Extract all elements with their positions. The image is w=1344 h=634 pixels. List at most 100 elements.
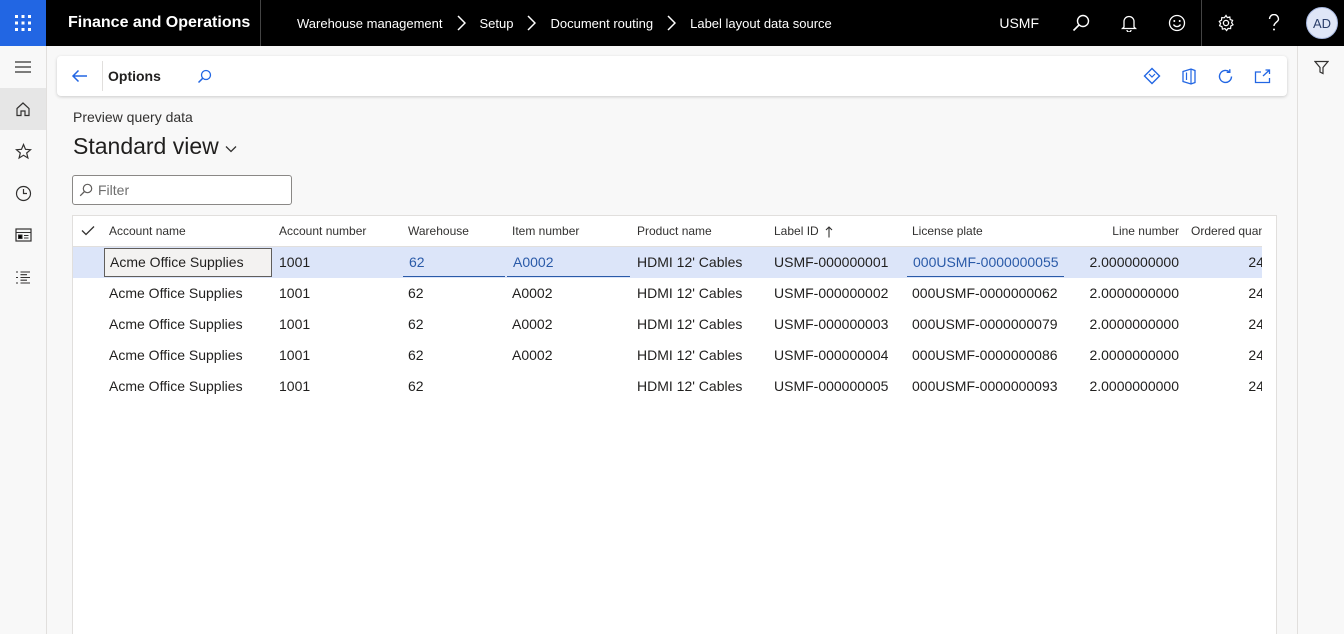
cell-license-plate[interactable]: 000USMF-0000000079: [912, 309, 1062, 340]
cell-item-number[interactable]: [512, 371, 627, 402]
nav-home-button[interactable]: [0, 88, 46, 130]
cell-account-number[interactable]: 1001: [279, 278, 399, 309]
view-selector[interactable]: Standard view: [73, 133, 237, 160]
search-icon: [197, 69, 212, 83]
cell-label-id[interactable]: USMF-000000005: [774, 371, 904, 402]
cell-warehouse[interactable]: 62: [403, 248, 505, 277]
column-header-item-number[interactable]: Item number: [512, 216, 627, 247]
cell-account-number[interactable]: 1001: [279, 309, 399, 340]
cell-ordered-quantity[interactable]: 24: [1191, 340, 1264, 371]
notifications-button[interactable]: [1105, 0, 1153, 46]
app-launcher-button[interactable]: [0, 0, 46, 46]
power-apps-button[interactable]: [1133, 56, 1170, 96]
table-row[interactable]: Acme Office Supplies 1001 62 A0002 HDMI …: [73, 340, 1264, 371]
cell-product-name[interactable]: HDMI 12' Cables: [637, 371, 767, 402]
workspace-icon: [14, 228, 32, 242]
nav-favorites-button[interactable]: [0, 130, 46, 172]
breadcrumb-label-layout-data-source[interactable]: Label layout data source: [690, 16, 832, 31]
filter-field[interactable]: [72, 175, 292, 205]
column-header-warehouse[interactable]: Warehouse: [408, 216, 503, 247]
column-header-ordered-quantity[interactable]: Ordered quantity: [1191, 216, 1264, 247]
cell-label-id[interactable]: USMF-000000002: [774, 278, 904, 309]
feedback-button[interactable]: [1153, 0, 1201, 46]
back-button[interactable]: [57, 61, 103, 91]
select-all-checkbox[interactable]: [81, 225, 95, 236]
search-icon: [1072, 14, 1090, 32]
feedback-icon: [1168, 14, 1186, 32]
action-search-button[interactable]: [197, 69, 212, 84]
cell-item-number[interactable]: A0002: [512, 340, 627, 371]
settings-button[interactable]: [1202, 0, 1250, 46]
cell-ordered-quantity[interactable]: 24: [1191, 278, 1264, 309]
cell-line-number[interactable]: 2.0000000000: [1063, 371, 1179, 402]
cell-ordered-quantity[interactable]: 24: [1191, 247, 1264, 278]
filter-pane-button[interactable]: [1298, 46, 1344, 88]
company-picker[interactable]: USMF: [999, 15, 1039, 31]
column-header-product-name[interactable]: Product name: [637, 216, 763, 247]
search-button[interactable]: [1057, 0, 1105, 46]
cell-account-number[interactable]: 1001: [279, 340, 399, 371]
app-launcher-icon: [15, 15, 31, 31]
cell-line-number[interactable]: 2.0000000000: [1063, 247, 1179, 278]
refresh-button[interactable]: [1207, 56, 1244, 96]
cell-account-name[interactable]: Acme Office Supplies: [104, 248, 272, 277]
back-arrow-icon: [71, 69, 87, 83]
cell-license-plate[interactable]: 000USMF-0000000093: [912, 371, 1062, 402]
column-header-account-name[interactable]: Account name: [109, 216, 269, 247]
app-title[interactable]: Finance and Operations: [46, 0, 261, 46]
nav-workspaces-button[interactable]: [0, 214, 46, 256]
cell-warehouse[interactable]: 62: [408, 309, 503, 340]
action-pane: Options: [57, 56, 1287, 96]
list-icon: [16, 270, 30, 284]
cell-license-plate[interactable]: 000USMF-0000000086: [912, 340, 1062, 371]
help-icon: [1268, 14, 1280, 31]
office-button[interactable]: [1170, 56, 1207, 96]
cell-product-name[interactable]: HDMI 12' Cables: [637, 309, 767, 340]
breadcrumb-setup[interactable]: Setup: [480, 16, 514, 31]
cell-label-id[interactable]: USMF-000000003: [774, 309, 904, 340]
column-header-account-number[interactable]: Account number: [279, 216, 399, 247]
cell-warehouse[interactable]: 62: [408, 340, 503, 371]
filter-input[interactable]: [98, 182, 278, 198]
cell-item-number[interactable]: A0002: [512, 278, 627, 309]
cell-ordered-quantity[interactable]: 24: [1191, 309, 1264, 340]
cell-ordered-quantity[interactable]: 24: [1191, 371, 1264, 402]
cell-account-number[interactable]: 1001: [279, 247, 399, 278]
column-header-label-id-text: Label ID: [774, 224, 819, 238]
cell-license-plate[interactable]: 000USMF-0000000055: [907, 248, 1064, 277]
cell-label-id[interactable]: USMF-000000004: [774, 340, 904, 371]
cell-line-number[interactable]: 2.0000000000: [1063, 278, 1179, 309]
cell-account-name[interactable]: Acme Office Supplies: [109, 371, 274, 402]
column-header-line-number[interactable]: Line number: [1063, 216, 1179, 247]
table-row[interactable]: Acme Office Supplies 1001 62 HDMI 12' Ca…: [73, 371, 1264, 402]
nav-expand-button[interactable]: [0, 46, 46, 88]
column-header-label-id[interactable]: Label ID: [774, 216, 902, 247]
cell-label-id[interactable]: USMF-000000001: [774, 247, 904, 278]
nav-modules-button[interactable]: [0, 256, 46, 298]
breadcrumb-document-routing[interactable]: Document routing: [550, 16, 653, 31]
cell-product-name[interactable]: HDMI 12' Cables: [637, 278, 767, 309]
table-row[interactable]: Acme Office Supplies 1001 62 A0002 HDMI …: [73, 278, 1264, 309]
nav-recent-button[interactable]: [0, 172, 46, 214]
table-row[interactable]: Acme Office Supplies 1001 62 A0002 HDMI …: [73, 247, 1264, 278]
table-row[interactable]: Acme Office Supplies 1001 62 A0002 HDMI …: [73, 309, 1264, 340]
open-in-new-window-button[interactable]: [1244, 56, 1281, 96]
cell-product-name[interactable]: HDMI 12' Cables: [637, 247, 767, 278]
cell-account-name[interactable]: Acme Office Supplies: [109, 278, 274, 309]
cell-product-name[interactable]: HDMI 12' Cables: [637, 340, 767, 371]
avatar[interactable]: AD: [1306, 7, 1338, 39]
cell-account-name[interactable]: Acme Office Supplies: [109, 309, 274, 340]
cell-warehouse[interactable]: 62: [408, 278, 503, 309]
cell-account-number[interactable]: 1001: [279, 371, 399, 402]
cell-account-name[interactable]: Acme Office Supplies: [109, 340, 274, 371]
cell-line-number[interactable]: 2.0000000000: [1063, 309, 1179, 340]
cell-license-plate[interactable]: 000USMF-0000000062: [912, 278, 1062, 309]
cell-warehouse[interactable]: 62: [408, 371, 503, 402]
help-button[interactable]: [1250, 0, 1298, 46]
breadcrumb-warehouse-management[interactable]: Warehouse management: [297, 16, 443, 31]
cell-item-number[interactable]: A0002: [512, 309, 627, 340]
cell-line-number[interactable]: 2.0000000000: [1063, 340, 1179, 371]
column-header-license-plate[interactable]: License plate: [912, 216, 1062, 247]
cell-item-number[interactable]: A0002: [507, 248, 630, 277]
options-tab[interactable]: Options: [108, 68, 161, 84]
